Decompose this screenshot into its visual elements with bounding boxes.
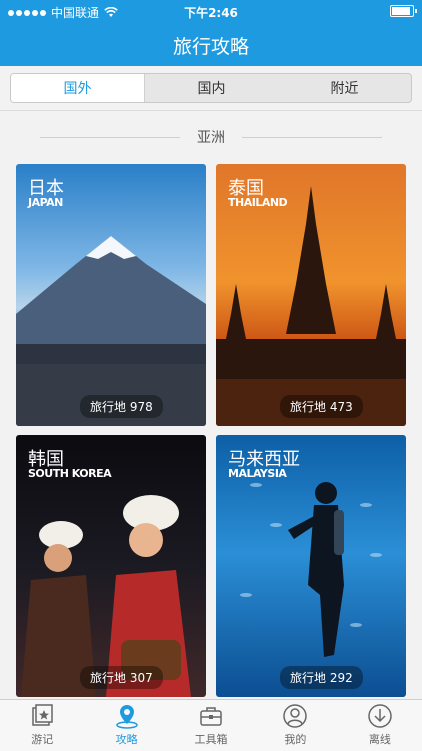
destination-card-thailand[interactable]: 泰国 THAILAND 旅行地 473: [216, 164, 406, 426]
tabbar-label: 攻略: [115, 733, 138, 746]
destination-count: 旅行地 307: [80, 666, 163, 689]
destination-card-japan[interactable]: 日本 JAPAN 旅行地 978: [16, 164, 206, 426]
tabbar-toolbox[interactable]: 工具箱: [169, 700, 253, 751]
segment-bar: 国外 国内 附近: [0, 66, 422, 111]
user-icon: [283, 704, 308, 728]
tabbar-label: 游记: [31, 733, 54, 746]
tabbar-travel-notes[interactable]: 游记: [0, 700, 84, 751]
destination-name-en: SOUTH KOREA: [28, 467, 112, 480]
bottom-tab-bar: 游记 攻略 工具箱 我的 离线: [0, 699, 422, 751]
tabbar-label: 工具箱: [194, 733, 228, 746]
clock: 下午2:46: [184, 6, 238, 20]
destination-count: 旅行地 473: [280, 395, 363, 418]
battery-icon: [390, 5, 417, 17]
tab-abroad[interactable]: 国外: [11, 74, 145, 102]
nav-bar: 旅行攻略: [0, 22, 422, 66]
tabbar-label: 我的: [284, 733, 307, 746]
tabbar-mine[interactable]: 我的: [253, 700, 337, 751]
destination-count: 旅行地 978: [80, 395, 163, 418]
travel-notes-icon: [32, 704, 53, 726]
tabbar-offline[interactable]: 离线: [338, 700, 422, 751]
destination-list: 亚洲 日本 JAPAN 旅行地 978 泰国 THAILAND 旅行地 473: [0, 111, 422, 699]
destination-name-en: JAPAN: [28, 196, 63, 209]
destination-card-south-korea[interactable]: 韩国 SOUTH KOREA 旅行地 307: [16, 435, 206, 697]
tab-domestic[interactable]: 国内: [145, 74, 278, 102]
region-segmented-control: 国外 国内 附近: [10, 73, 412, 103]
tabbar-guides[interactable]: 攻略: [84, 700, 168, 751]
section-header: 亚洲: [0, 127, 422, 147]
location-pin-icon: [115, 705, 138, 729]
tabbar-label: 离线: [368, 733, 391, 746]
toolbox-icon: [200, 707, 222, 726]
page-title: 旅行攻略: [172, 36, 249, 58]
tab-nearby[interactable]: 附近: [278, 74, 411, 102]
destination-count: 旅行地 292: [280, 666, 363, 689]
status-bar: 中国联通 下午2:46: [0, 0, 422, 22]
section-title: 亚洲: [197, 130, 225, 146]
download-icon: [368, 704, 392, 728]
destination-name-en: MALAYSIA: [228, 467, 287, 480]
destination-name-en: THAILAND: [228, 196, 288, 209]
destination-card-malaysia[interactable]: 马来西亚 MALAYSIA 旅行地 292: [216, 435, 406, 697]
